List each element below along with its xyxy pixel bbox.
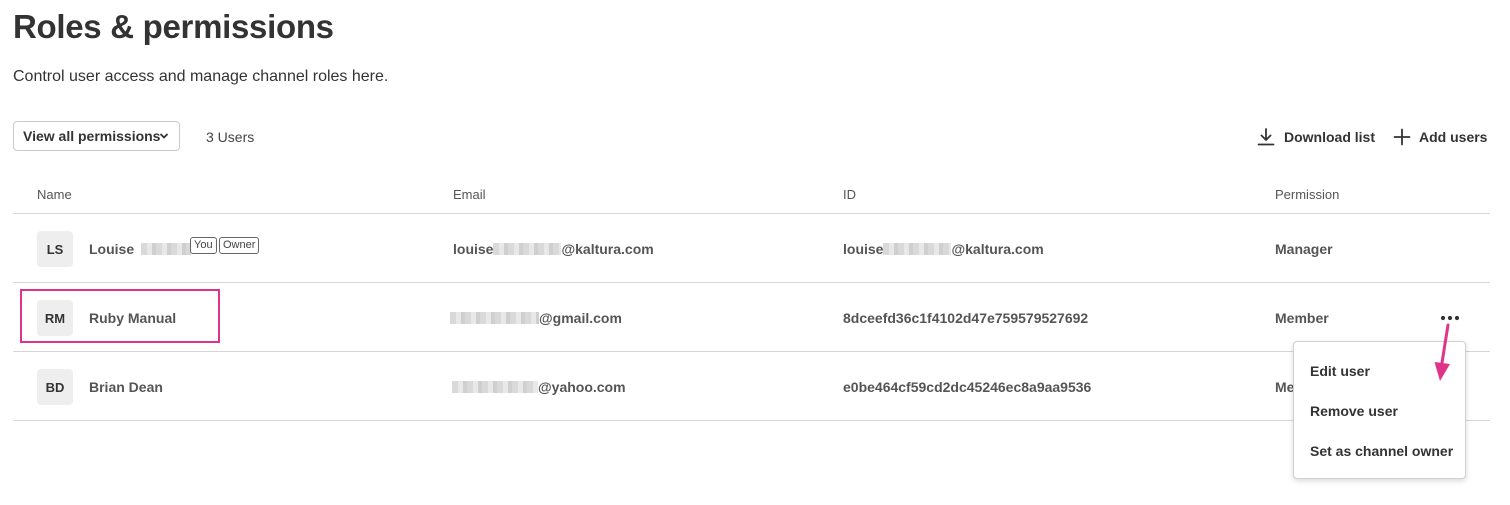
user-email: @yahoo.com [452,379,626,395]
user-name: Brian Dean [89,379,163,395]
highlight-box [20,289,220,343]
permission-filter-label: View all permissions [23,128,161,144]
menu-item-edit-user[interactable]: Edit user [1310,363,1370,379]
plus-icon [1393,128,1411,146]
user-id: louise @kaltura.com [843,241,1044,257]
column-header-id: ID [843,187,856,202]
menu-item-set-channel-owner[interactable]: Set as channel owner [1310,443,1453,459]
redacted-text [493,243,562,255]
user-permission: Member [1275,310,1329,326]
avatar: BD [37,369,73,405]
user-id: e0be464cf59cd2dc45246ec8a9aa9536 [843,379,1092,395]
column-header-email: Email [453,187,486,202]
column-header-name: Name [37,187,72,202]
table-row[interactable]: RM Ruby Manual @gmail.com 8dceefd36c1f41… [13,283,1490,351]
chevron-down-icon [160,133,168,139]
avatar: LS [37,231,73,267]
permission-filter-select[interactable]: View all permissions [13,121,180,151]
page-title: Roles & permissions [13,8,334,45]
download-list-label: Download list [1284,129,1375,145]
user-count: 3 Users [206,129,255,145]
user-permission: Manager [1275,241,1333,257]
download-icon [1257,128,1275,146]
redacted-text [450,312,539,324]
owner-badge: Owner [219,237,260,254]
you-badge: You [190,237,217,254]
add-users-button[interactable]: Add users [1393,126,1487,148]
page-subtitle: Control user access and manage channel r… [13,68,389,85]
annotation-arrow-icon [1434,323,1450,381]
user-email: @gmail.com [450,310,622,326]
user-name: Louise [89,241,192,257]
table-row[interactable]: LS Louise You Owner louise @kaltura.com l… [13,214,1490,282]
redacted-text [141,243,192,255]
column-header-permission: Permission [1275,187,1340,202]
table-row[interactable]: BD Brian Dean @yahoo.com e0be464cf59cd2d… [13,352,1490,420]
download-list-button[interactable]: Download list [1256,126,1375,148]
user-email: louise @kaltura.com [453,241,654,257]
redacted-text [883,243,952,255]
user-permission: Me [1275,379,1295,395]
user-id: 8dceefd36c1f4102d47e759579527692 [843,310,1089,326]
table-bottom-divider [13,420,1490,421]
add-users-label: Add users [1419,129,1488,145]
redacted-text [452,381,538,393]
menu-item-remove-user[interactable]: Remove user [1310,403,1398,419]
